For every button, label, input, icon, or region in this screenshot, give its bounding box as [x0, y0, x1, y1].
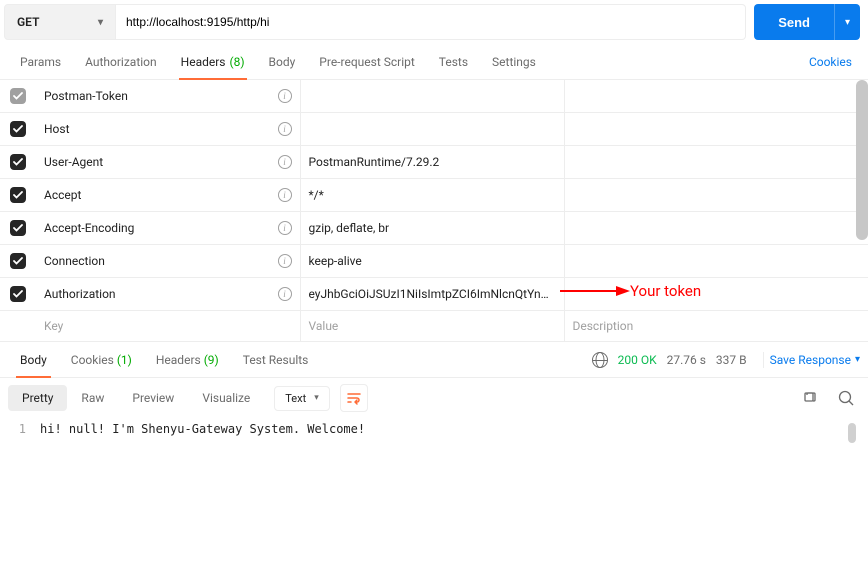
checkbox[interactable] — [10, 286, 26, 302]
checkbox[interactable] — [10, 220, 26, 236]
table-row[interactable]: Host i — [0, 113, 868, 146]
copy-button[interactable] — [796, 384, 824, 412]
info-icon[interactable]: i — [278, 254, 292, 268]
table-row[interactable]: Postman-Token i — [0, 80, 868, 113]
response-text: hi! null! I'm Shenyu-Gateway System. Wel… — [40, 422, 868, 436]
checkbox[interactable] — [10, 88, 26, 104]
line-wrap-button[interactable] — [340, 384, 368, 412]
send-dropdown-button[interactable]: ▾ — [834, 4, 860, 40]
chevron-down-icon: ▾ — [845, 17, 850, 28]
header-key[interactable]: Authorization — [44, 287, 116, 301]
checkbox[interactable] — [10, 187, 26, 203]
globe-icon[interactable] — [592, 352, 608, 368]
response-time: 27.76 s — [667, 353, 706, 367]
resp-tab-headers[interactable]: Headers (9) — [144, 342, 231, 377]
http-method-value: GET — [17, 15, 39, 29]
search-icon — [838, 390, 855, 407]
chevron-down-icon: ▾ — [314, 393, 319, 403]
http-method-select[interactable]: GET ▾ — [4, 4, 116, 40]
checkbox[interactable] — [10, 154, 26, 170]
resp-tab-cookies[interactable]: Cookies (1) — [59, 342, 144, 377]
info-icon[interactable]: i — [278, 155, 292, 169]
info-icon[interactable]: i — [278, 221, 292, 235]
header-value-input[interactable]: Value — [300, 311, 564, 342]
divider — [763, 352, 764, 368]
header-value[interactable]: */* — [309, 188, 324, 202]
header-key[interactable]: User-Agent — [44, 155, 103, 169]
checkbox[interactable] — [10, 121, 26, 137]
header-desc-input[interactable]: Description — [564, 311, 868, 342]
cookies-link[interactable]: Cookies — [801, 55, 860, 69]
scrollbar[interactable] — [848, 423, 856, 443]
view-raw[interactable]: Raw — [67, 385, 118, 411]
url-input[interactable] — [116, 4, 746, 40]
status-code: 200 OK — [618, 353, 657, 367]
tab-authorization[interactable]: Authorization — [73, 44, 169, 79]
table-row-new[interactable]: KeyValueDescription — [0, 311, 868, 342]
table-row[interactable]: Accept i */* — [0, 179, 868, 212]
arrow-icon — [560, 284, 630, 298]
tab-body[interactable]: Body — [257, 44, 308, 79]
chevron-down-icon: ▾ — [855, 354, 860, 365]
table-row[interactable]: Authorization i eyJhbGciOiJSUzI1NiIsImtpZC… — [0, 278, 868, 311]
copy-icon — [802, 390, 818, 406]
wrap-icon — [346, 390, 362, 406]
info-icon[interactable]: i — [278, 188, 292, 202]
resp-tab-body[interactable]: Body — [8, 342, 59, 377]
search-button[interactable] — [832, 384, 860, 412]
annotation-label: Your token — [630, 282, 701, 300]
header-key[interactable]: Accept — [44, 188, 81, 202]
save-response-button[interactable]: Save Response ▾ — [770, 353, 860, 367]
tab-settings[interactable]: Settings — [480, 44, 548, 79]
header-key[interactable]: Accept-Encoding — [44, 221, 134, 235]
view-pretty[interactable]: Pretty — [8, 385, 67, 411]
tab-headers-count: (8) — [230, 55, 245, 69]
header-value[interactable]: gzip, deflate, br — [309, 221, 390, 235]
header-key[interactable]: Connection — [44, 254, 105, 268]
resp-tab-test-results[interactable]: Test Results — [231, 342, 321, 377]
header-value[interactable]: eyJhbGciOiJSUzI1NiIsImtpZCI6ImNlcnQtYn… — [309, 287, 549, 301]
chevron-down-icon: ▾ — [98, 17, 103, 28]
header-key[interactable]: Postman-Token — [44, 89, 128, 103]
view-preview[interactable]: Preview — [118, 385, 188, 411]
table-row[interactable]: Accept-Encoding i gzip, deflate, br — [0, 212, 868, 245]
body-language-select[interactable]: Text ▾ — [274, 386, 329, 411]
header-value[interactable]: keep-alive — [309, 254, 362, 268]
scrollbar[interactable] — [856, 80, 868, 240]
header-key-input[interactable]: Key — [36, 311, 300, 342]
send-button[interactable]: Send — [754, 4, 834, 40]
response-body[interactable]: 1 hi! null! I'm Shenyu-Gateway System. W… — [0, 418, 868, 440]
table-row[interactable]: Connection i keep-alive — [0, 245, 868, 278]
tab-params[interactable]: Params — [8, 44, 73, 79]
tab-headers[interactable]: Headers (8) — [169, 44, 257, 79]
line-number: 1 — [0, 422, 40, 436]
response-size: 337 B — [716, 353, 747, 367]
header-key[interactable]: Host — [44, 122, 70, 136]
info-icon[interactable]: i — [278, 287, 292, 301]
tab-tests[interactable]: Tests — [427, 44, 480, 79]
info-icon[interactable]: i — [278, 122, 292, 136]
header-value[interactable]: PostmanRuntime/7.29.2 — [309, 155, 440, 169]
table-row[interactable]: User-Agent i PostmanRuntime/7.29.2 — [0, 146, 868, 179]
headers-table: Postman-Token i Host i User-Agent i PostmanRun… — [0, 80, 868, 342]
checkbox[interactable] — [10, 253, 26, 269]
annotation-your-token: Your token — [560, 282, 701, 300]
tab-pre-request-script[interactable]: Pre-request Script — [307, 44, 426, 79]
view-visualize[interactable]: Visualize — [188, 385, 264, 411]
info-icon[interactable]: i — [278, 89, 292, 103]
tab-headers-label: Headers — [181, 55, 226, 69]
